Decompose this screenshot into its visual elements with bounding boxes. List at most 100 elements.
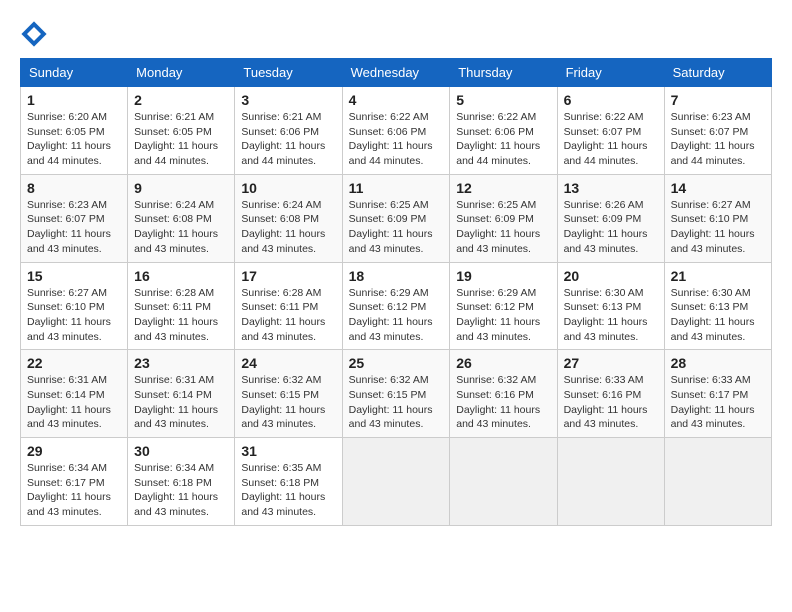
day-number: 8 — [27, 180, 121, 196]
calendar-cell: 9 Sunrise: 6:24 AMSunset: 6:08 PMDaylight… — [128, 174, 235, 262]
calendar-header-row: SundayMondayTuesdayWednesdayThursdayFrid… — [21, 59, 772, 87]
day-info: Sunrise: 6:24 AMSunset: 6:08 PMDaylight:… — [241, 198, 335, 257]
logo — [20, 20, 52, 48]
calendar-week-4: 22 Sunrise: 6:31 AMSunset: 6:14 PMDayligh… — [21, 350, 772, 438]
calendar-cell: 31 Sunrise: 6:35 AMSunset: 6:18 PMDayligh… — [235, 438, 342, 526]
day-info: Sunrise: 6:31 AMSunset: 6:14 PMDaylight:… — [27, 373, 121, 432]
calendar-table: SundayMondayTuesdayWednesdayThursdayFrid… — [20, 58, 772, 526]
header-sunday: Sunday — [21, 59, 128, 87]
calendar-week-2: 8 Sunrise: 6:23 AMSunset: 6:07 PMDaylight… — [21, 174, 772, 262]
calendar-cell: 18 Sunrise: 6:29 AMSunset: 6:12 PMDayligh… — [342, 262, 450, 350]
header-tuesday: Tuesday — [235, 59, 342, 87]
calendar-cell: 15 Sunrise: 6:27 AMSunset: 6:10 PMDayligh… — [21, 262, 128, 350]
day-info: Sunrise: 6:24 AMSunset: 6:08 PMDaylight:… — [134, 198, 228, 257]
calendar-cell: 17Sunrise: 6:28 AMSunset: 6:11 PMDayligh… — [235, 262, 342, 350]
calendar-week-3: 15 Sunrise: 6:27 AMSunset: 6:10 PMDayligh… — [21, 262, 772, 350]
day-info: Sunrise: 6:27 AMSunset: 6:10 PMDaylight:… — [27, 286, 121, 345]
day-info: Sunrise: 6:27 AMSunset: 6:10 PMDaylight:… — [671, 198, 765, 257]
calendar-cell: 19 Sunrise: 6:29 AMSunset: 6:12 PMDayligh… — [450, 262, 557, 350]
calendar-cell: 27 Sunrise: 6:33 AMSunset: 6:16 PMDayligh… — [557, 350, 664, 438]
calendar-week-1: 1 Sunrise: 6:20 AMSunset: 6:05 PMDaylight… — [21, 87, 772, 175]
day-info: Sunrise: 6:23 AMSunset: 6:07 PMDaylight:… — [671, 110, 765, 169]
day-info: Sunrise: 6:25 AMSunset: 6:09 PMDaylight:… — [456, 198, 550, 257]
calendar-cell: 7Sunrise: 6:23 AMSunset: 6:07 PMDaylight… — [664, 87, 771, 175]
calendar-cell: 23 Sunrise: 6:31 AMSunset: 6:14 PMDayligh… — [128, 350, 235, 438]
day-number: 30 — [134, 443, 228, 459]
calendar-cell: 6 Sunrise: 6:22 AMSunset: 6:07 PMDaylight… — [557, 87, 664, 175]
calendar-cell: 24 Sunrise: 6:32 AMSunset: 6:15 PMDayligh… — [235, 350, 342, 438]
day-info: Sunrise: 6:29 AMSunset: 6:12 PMDaylight:… — [349, 286, 444, 345]
calendar-cell: 12 Sunrise: 6:25 AMSunset: 6:09 PMDayligh… — [450, 174, 557, 262]
calendar-cell: 21 Sunrise: 6:30 AMSunset: 6:13 PMDayligh… — [664, 262, 771, 350]
day-number: 3 — [241, 92, 335, 108]
day-number: 23 — [134, 355, 228, 371]
day-number: 20 — [564, 268, 658, 284]
day-number: 24 — [241, 355, 335, 371]
calendar-cell: 25Sunrise: 6:32 AMSunset: 6:15 PMDayligh… — [342, 350, 450, 438]
day-number: 28 — [671, 355, 765, 371]
day-info: Sunrise: 6:20 AMSunset: 6:05 PMDaylight:… — [27, 110, 121, 169]
logo-icon — [20, 20, 48, 48]
day-number: 5 — [456, 92, 550, 108]
day-info: Sunrise: 6:21 AMSunset: 6:05 PMDaylight:… — [134, 110, 228, 169]
calendar-week-5: 29 Sunrise: 6:34 AMSunset: 6:17 PMDayligh… — [21, 438, 772, 526]
day-info: Sunrise: 6:30 AMSunset: 6:13 PMDaylight:… — [671, 286, 765, 345]
day-number: 1 — [27, 92, 121, 108]
day-number: 2 — [134, 92, 228, 108]
calendar-cell: 13 Sunrise: 6:26 AMSunset: 6:09 PMDayligh… — [557, 174, 664, 262]
calendar-cell — [557, 438, 664, 526]
day-number: 27 — [564, 355, 658, 371]
day-number: 21 — [671, 268, 765, 284]
day-number: 12 — [456, 180, 550, 196]
calendar-cell: 10 Sunrise: 6:24 AMSunset: 6:08 PMDayligh… — [235, 174, 342, 262]
day-number: 26 — [456, 355, 550, 371]
day-number: 14 — [671, 180, 765, 196]
calendar-cell: 29 Sunrise: 6:34 AMSunset: 6:17 PMDayligh… — [21, 438, 128, 526]
day-number: 10 — [241, 180, 335, 196]
day-number: 19 — [456, 268, 550, 284]
day-info: Sunrise: 6:32 AMSunset: 6:15 PMDaylight:… — [349, 373, 444, 432]
calendar-cell: 4Sunrise: 6:22 AMSunset: 6:06 PMDaylight… — [342, 87, 450, 175]
calendar-cell: 30 Sunrise: 6:34 AMSunset: 6:18 PMDayligh… — [128, 438, 235, 526]
day-info: Sunrise: 6:34 AMSunset: 6:18 PMDaylight:… — [134, 461, 228, 520]
day-info: Sunrise: 6:21 AMSunset: 6:06 PMDaylight:… — [241, 110, 335, 169]
header-thursday: Thursday — [450, 59, 557, 87]
header-saturday: Saturday — [664, 59, 771, 87]
day-info: Sunrise: 6:30 AMSunset: 6:13 PMDaylight:… — [564, 286, 658, 345]
calendar-cell: 14 Sunrise: 6:27 AMSunset: 6:10 PMDayligh… — [664, 174, 771, 262]
calendar-cell: 28 Sunrise: 6:33 AMSunset: 6:17 PMDayligh… — [664, 350, 771, 438]
day-info: Sunrise: 6:22 AMSunset: 6:07 PMDaylight:… — [564, 110, 658, 169]
day-info: Sunrise: 6:25 AMSunset: 6:09 PMDaylight:… — [349, 198, 444, 257]
calendar-cell: 1 Sunrise: 6:20 AMSunset: 6:05 PMDaylight… — [21, 87, 128, 175]
calendar-cell — [664, 438, 771, 526]
day-number: 9 — [134, 180, 228, 196]
day-number: 31 — [241, 443, 335, 459]
day-number: 22 — [27, 355, 121, 371]
calendar-cell: 11 Sunrise: 6:25 AMSunset: 6:09 PMDayligh… — [342, 174, 450, 262]
calendar-cell: 8 Sunrise: 6:23 AMSunset: 6:07 PMDaylight… — [21, 174, 128, 262]
day-number: 11 — [349, 180, 444, 196]
calendar-cell — [342, 438, 450, 526]
calendar-cell: 5 Sunrise: 6:22 AMSunset: 6:06 PMDaylight… — [450, 87, 557, 175]
day-info: Sunrise: 6:32 AMSunset: 6:16 PMDaylight:… — [456, 373, 550, 432]
day-number: 29 — [27, 443, 121, 459]
day-info: Sunrise: 6:22 AMSunset: 6:06 PMDaylight:… — [349, 110, 444, 169]
day-info: Sunrise: 6:32 AMSunset: 6:15 PMDaylight:… — [241, 373, 335, 432]
day-info: Sunrise: 6:33 AMSunset: 6:16 PMDaylight:… — [564, 373, 658, 432]
day-info: Sunrise: 6:33 AMSunset: 6:17 PMDaylight:… — [671, 373, 765, 432]
day-info: Sunrise: 6:35 AMSunset: 6:18 PMDaylight:… — [241, 461, 335, 520]
day-number: 6 — [564, 92, 658, 108]
calendar-cell: 3 Sunrise: 6:21 AMSunset: 6:06 PMDaylight… — [235, 87, 342, 175]
day-number: 15 — [27, 268, 121, 284]
day-info: Sunrise: 6:29 AMSunset: 6:12 PMDaylight:… — [456, 286, 550, 345]
day-info: Sunrise: 6:22 AMSunset: 6:06 PMDaylight:… — [456, 110, 550, 169]
day-number: 18 — [349, 268, 444, 284]
calendar-cell — [450, 438, 557, 526]
day-info: Sunrise: 6:34 AMSunset: 6:17 PMDaylight:… — [27, 461, 121, 520]
day-number: 13 — [564, 180, 658, 196]
day-info: Sunrise: 6:31 AMSunset: 6:14 PMDaylight:… — [134, 373, 228, 432]
day-info: Sunrise: 6:26 AMSunset: 6:09 PMDaylight:… — [564, 198, 658, 257]
day-number: 17 — [241, 268, 335, 284]
day-info: Sunrise: 6:23 AMSunset: 6:07 PMDaylight:… — [27, 198, 121, 257]
day-number: 16 — [134, 268, 228, 284]
